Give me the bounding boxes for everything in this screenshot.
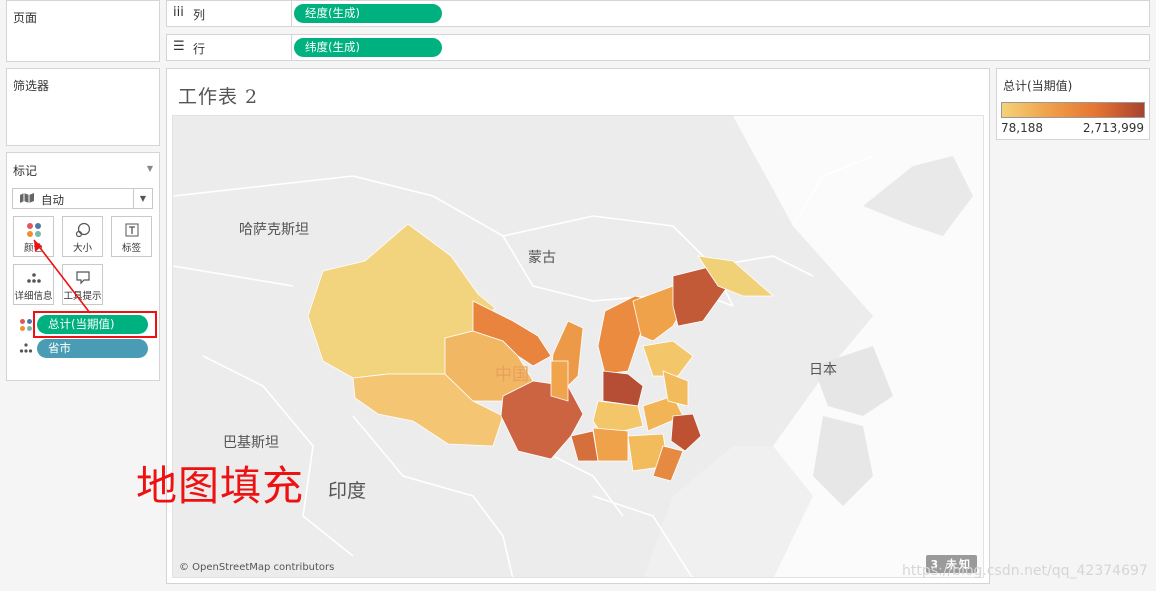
legend-min: 78,188 xyxy=(1001,121,1043,135)
watermark-text: https://blog.csdn.net/qq_42374697 xyxy=(902,563,1148,579)
columns-icon: iii xyxy=(173,5,184,20)
map-attribution[interactable]: © OpenStreetMap contributors xyxy=(179,562,334,573)
map-label-india: 印度 xyxy=(328,480,366,502)
longitude-pill[interactable]: 经度(生成) xyxy=(294,4,442,23)
annotation-arrow xyxy=(33,239,91,314)
map-label-pakistan: 巴基斯坦 xyxy=(223,434,279,451)
rows-shelf[interactable]: ☰ 行 纬度(生成) xyxy=(166,34,1150,61)
detail-field-pill[interactable]: 省市 xyxy=(37,339,148,358)
annotation-text: 地图填充 xyxy=(136,462,304,510)
legend-title: 总计(当期值) xyxy=(1003,79,1073,93)
map-label-japan: 日本 xyxy=(809,362,837,378)
latitude-pill[interactable]: 纬度(生成) xyxy=(294,38,442,57)
map-label-kazakhstan: 哈萨克斯坦 xyxy=(239,222,309,238)
rows-shelf-label: ☰ 行 xyxy=(167,35,292,60)
sheet-title: 工作表 2 xyxy=(178,86,259,108)
legend-max: 2,713,999 xyxy=(1082,121,1144,135)
legend-gradient xyxy=(1001,102,1145,118)
columns-shelf-label: iii 列 xyxy=(167,1,292,26)
detail-field-icon xyxy=(19,341,33,358)
rows-label-text: 行 xyxy=(193,42,206,56)
columns-label-text: 列 xyxy=(193,8,206,22)
map-label-mongolia: 蒙古 xyxy=(528,250,556,266)
map-label-china: 中国 xyxy=(495,365,529,385)
rows-icon: ☰ xyxy=(173,39,185,54)
columns-shelf[interactable]: iii 列 经度(生成) xyxy=(166,0,1150,27)
